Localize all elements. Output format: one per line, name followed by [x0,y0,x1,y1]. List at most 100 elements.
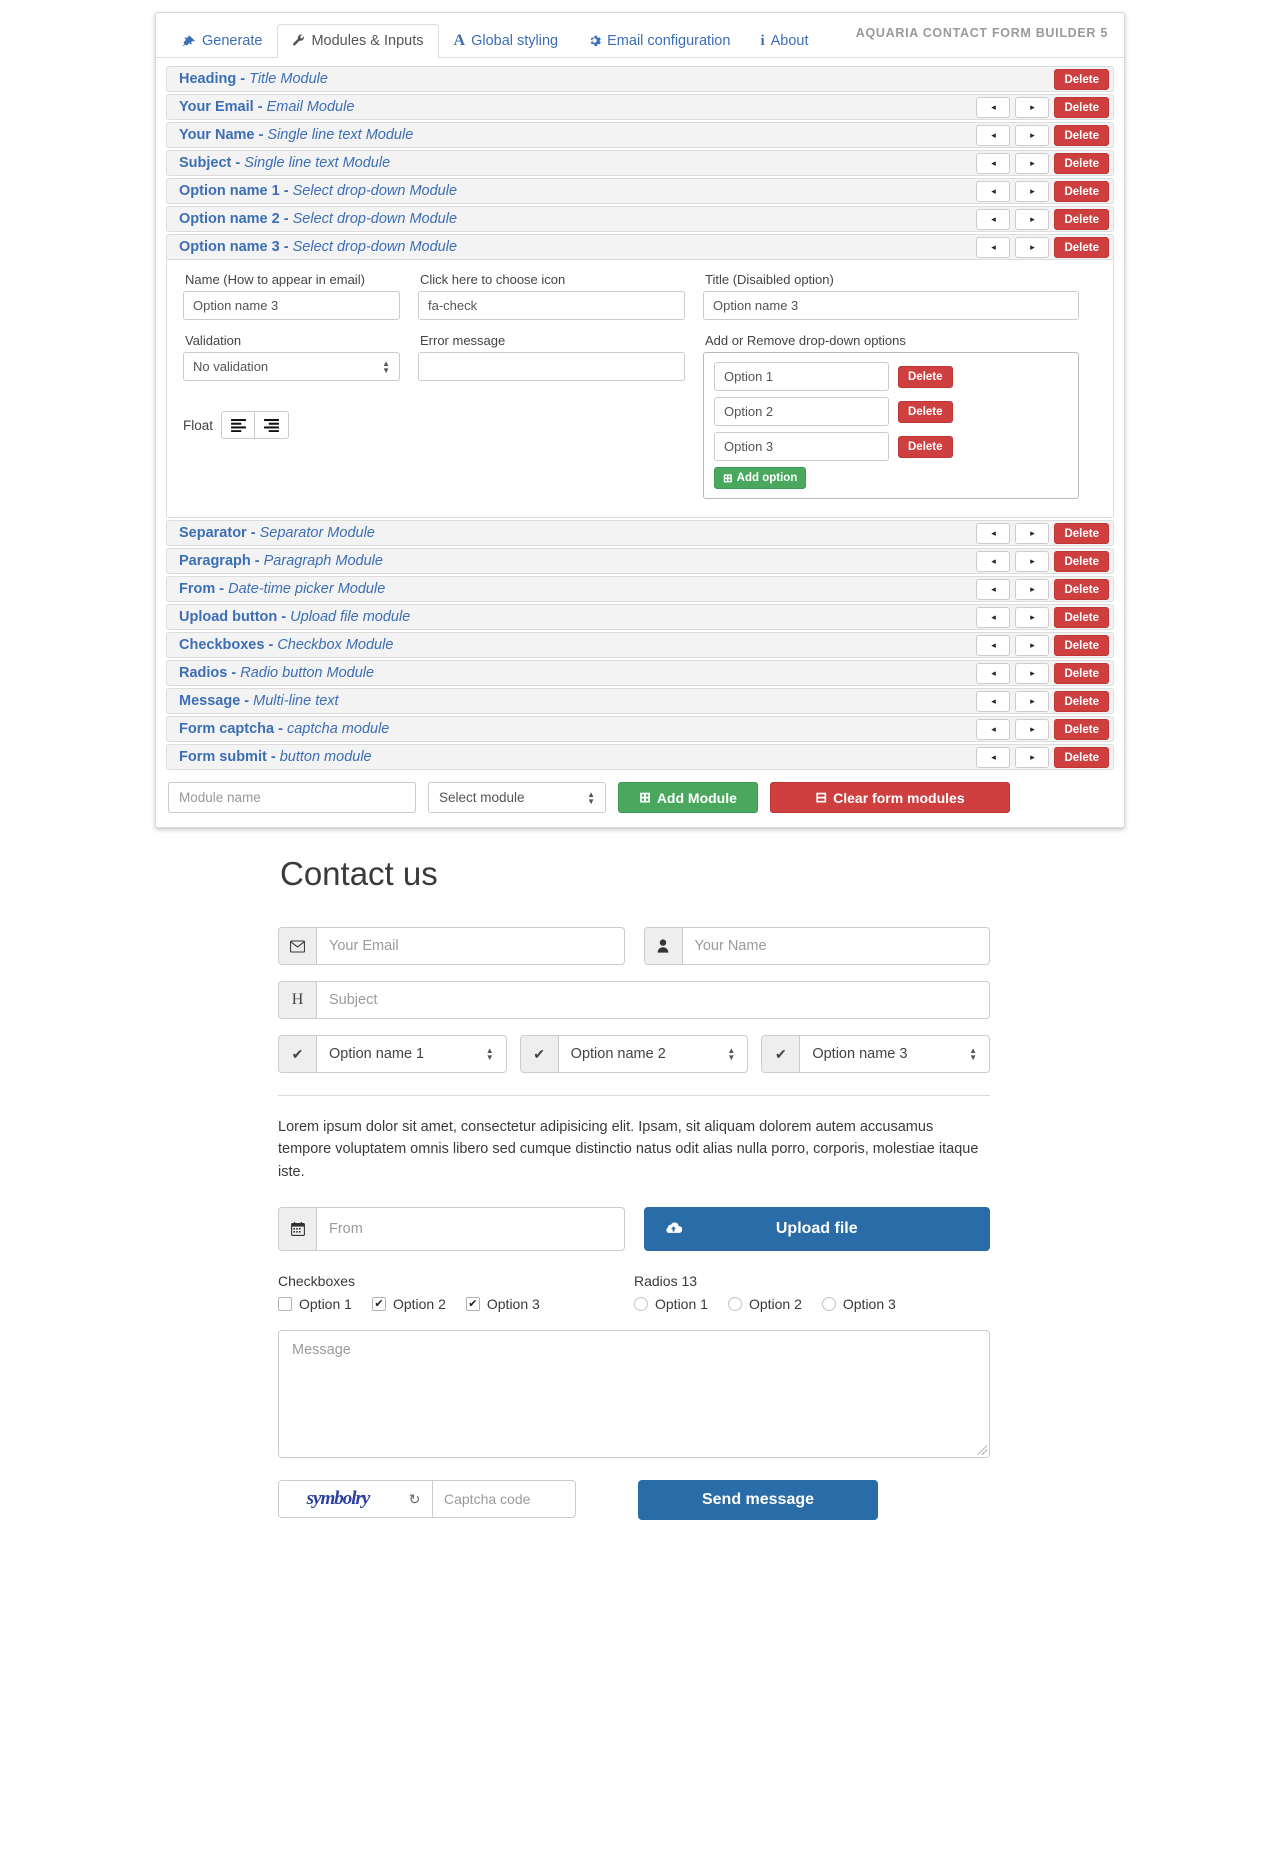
select-module-dropdown[interactable]: Select module ▲ ▼ [428,782,606,813]
tab-modules-inputs[interactable]: Modules & Inputs [277,24,439,58]
move-right-button[interactable]: ▸ [1015,747,1050,768]
delete-module-button[interactable]: Delete [1054,209,1109,230]
email-input[interactable]: Your Email [317,928,624,964]
move-right-button[interactable]: ▸ [1015,719,1050,740]
select-group-3[interactable]: ✔ Option name 3 ▲ ▼ [761,1035,991,1073]
select-group-1[interactable]: ✔ Option name 1 ▲ ▼ [278,1035,507,1073]
module-row-option-name-2[interactable]: Option name 2 - Select drop-down Module ◂… [166,206,1114,232]
validation-select[interactable]: No validation ▲ ▼ [183,352,400,381]
select-field[interactable]: Option name 1 ▲ ▼ [317,1036,506,1072]
delete-module-button[interactable]: Delete [1054,579,1109,600]
move-right-button[interactable]: ▸ [1015,97,1050,118]
add-option-button[interactable]: ⊞ Add option [714,467,807,489]
move-left-button[interactable]: ◂ [976,209,1011,230]
checkbox-box[interactable]: ✔ [465,1297,480,1312]
send-message-button[interactable]: Send message [638,1480,878,1521]
module-row-subject[interactable]: Subject - Single line text Module ◂ ▸ Delet… [166,150,1114,176]
radio-option[interactable]: Option 2 [727,1296,802,1312]
add-module-button[interactable]: ⊞ Add Module [618,782,758,813]
move-left-button[interactable]: ◂ [976,607,1011,628]
delete-module-button[interactable]: Delete [1054,551,1109,572]
delete-module-button[interactable]: Delete [1054,691,1109,712]
checkbox-option[interactable]: ✔ Option 2 [371,1296,446,1312]
move-left-button[interactable]: ◂ [976,719,1011,740]
delete-module-button[interactable]: Delete [1054,181,1109,202]
radio-button[interactable] [727,1297,742,1312]
module-row-separator[interactable]: Separator - Separator Module ◂ ▸ Delete [166,520,1114,546]
move-right-button[interactable]: ▸ [1015,663,1050,684]
title-input[interactable]: Option name 3 [703,291,1079,320]
tab-email-configuration[interactable]: Email configuration [573,24,745,58]
radio-button[interactable] [821,1297,836,1312]
radio-button[interactable] [634,1297,648,1312]
delete-module-button[interactable]: Delete [1054,523,1109,544]
delete-module-button[interactable]: Delete [1054,237,1109,258]
module-row-checkboxes[interactable]: Checkboxes - Checkbox Module ◂ ▸ Delete [166,632,1114,658]
move-right-button[interactable]: ▸ [1015,523,1050,544]
move-right-button[interactable]: ▸ [1015,181,1050,202]
move-right-button[interactable]: ▸ [1015,579,1050,600]
email-field-group[interactable]: Your Email [278,927,625,965]
move-left-button[interactable]: ◂ [976,237,1011,258]
move-left-button[interactable]: ◂ [976,97,1011,118]
move-left-button[interactable]: ◂ [976,747,1011,768]
clear-form-modules-button[interactable]: ⊟ Clear form modules [770,782,1010,813]
tab-about[interactable]: i About [745,24,823,58]
name-field-group[interactable]: Your Name [643,927,990,965]
module-name-field[interactable]: Module name [168,782,416,813]
checkbox-box[interactable]: ✔ [371,1297,386,1312]
align-right-icon[interactable] [255,411,290,439]
move-left-button[interactable]: ◂ [976,181,1011,202]
align-left-icon[interactable] [221,411,256,439]
delete-module-button[interactable]: Delete [1054,663,1109,684]
checkbox-box[interactable] [278,1297,292,1312]
move-left-button[interactable]: ◂ [976,523,1011,544]
module-row-form-captcha[interactable]: Form captcha - captcha module ◂ ▸ Delete [166,716,1114,742]
module-row-option-name-1[interactable]: Option name 1 - Select drop-down Module ◂… [166,178,1114,204]
move-right-button[interactable]: ▸ [1015,551,1050,572]
dropdown-option-input[interactable]: Option 1 [714,362,889,391]
tab-global-styling[interactable]: A Global styling [439,24,574,58]
move-right-button[interactable]: ▸ [1015,237,1050,258]
move-left-button[interactable]: ◂ [976,691,1011,712]
subject-input[interactable]: Subject [317,982,989,1018]
subject-field-group[interactable]: H Subject [278,981,990,1019]
checkbox-option[interactable]: ✔ Option 3 [465,1296,540,1312]
module-name-input[interactable]: Option name 3 [183,291,400,320]
module-row-paragraph[interactable]: Paragraph - Paragraph Module ◂ ▸ Delete [166,548,1114,574]
module-row-heading[interactable]: Heading - Title Module Delete [166,66,1114,92]
delete-module-button[interactable]: Delete [1054,607,1109,628]
delete-option-button[interactable]: Delete [898,365,953,388]
tab-generate[interactable]: Generate [168,24,277,58]
delete-module-button[interactable]: Delete [1054,719,1109,740]
delete-module-button[interactable]: Delete [1054,97,1109,118]
checkbox-option[interactable]: Option 1 [278,1296,352,1312]
select-field[interactable]: Option name 3 ▲ ▼ [800,1036,989,1072]
delete-option-button[interactable]: Delete [898,400,953,423]
refresh-icon[interactable]: ↻ [397,1481,433,1518]
move-left-button[interactable]: ◂ [976,125,1011,146]
radio-option[interactable]: Option 1 [634,1296,708,1312]
move-right-button[interactable]: ▸ [1015,691,1050,712]
move-left-button[interactable]: ◂ [976,663,1011,684]
delete-option-button[interactable]: Delete [898,435,953,458]
module-row-your-email[interactable]: Your Email - Email Module ◂ ▸ Delete [166,94,1114,120]
delete-module-button[interactable]: Delete [1054,747,1109,768]
move-left-button[interactable]: ◂ [976,635,1011,656]
move-right-button[interactable]: ▸ [1015,153,1050,174]
module-row-option-name-3[interactable]: Option name 3 - Select drop-down Module … [166,234,1114,260]
move-left-button[interactable]: ◂ [976,579,1011,600]
date-input[interactable]: From [317,1208,624,1250]
error-message-input[interactable] [418,352,685,381]
select-group-2[interactable]: ✔ Option name 2 ▲ ▼ [519,1035,749,1073]
move-right-button[interactable]: ▸ [1015,209,1050,230]
delete-module-button[interactable]: Delete [1054,69,1109,90]
module-row-upload-button[interactable]: Upload button - Upload file module ◂ ▸ Dele… [166,604,1114,630]
dropdown-option-input[interactable]: Option 3 [714,432,889,461]
select-field[interactable]: Option name 2 ▲ ▼ [559,1036,748,1072]
message-textarea[interactable]: Message [278,1330,990,1459]
delete-module-button[interactable]: Delete [1054,635,1109,656]
dropdown-option-input[interactable]: Option 2 [714,397,889,426]
captcha-input[interactable]: Captcha code [433,1481,575,1517]
module-row-from[interactable]: From - Date-time picker Module ◂ ▸ Delete [166,576,1114,602]
